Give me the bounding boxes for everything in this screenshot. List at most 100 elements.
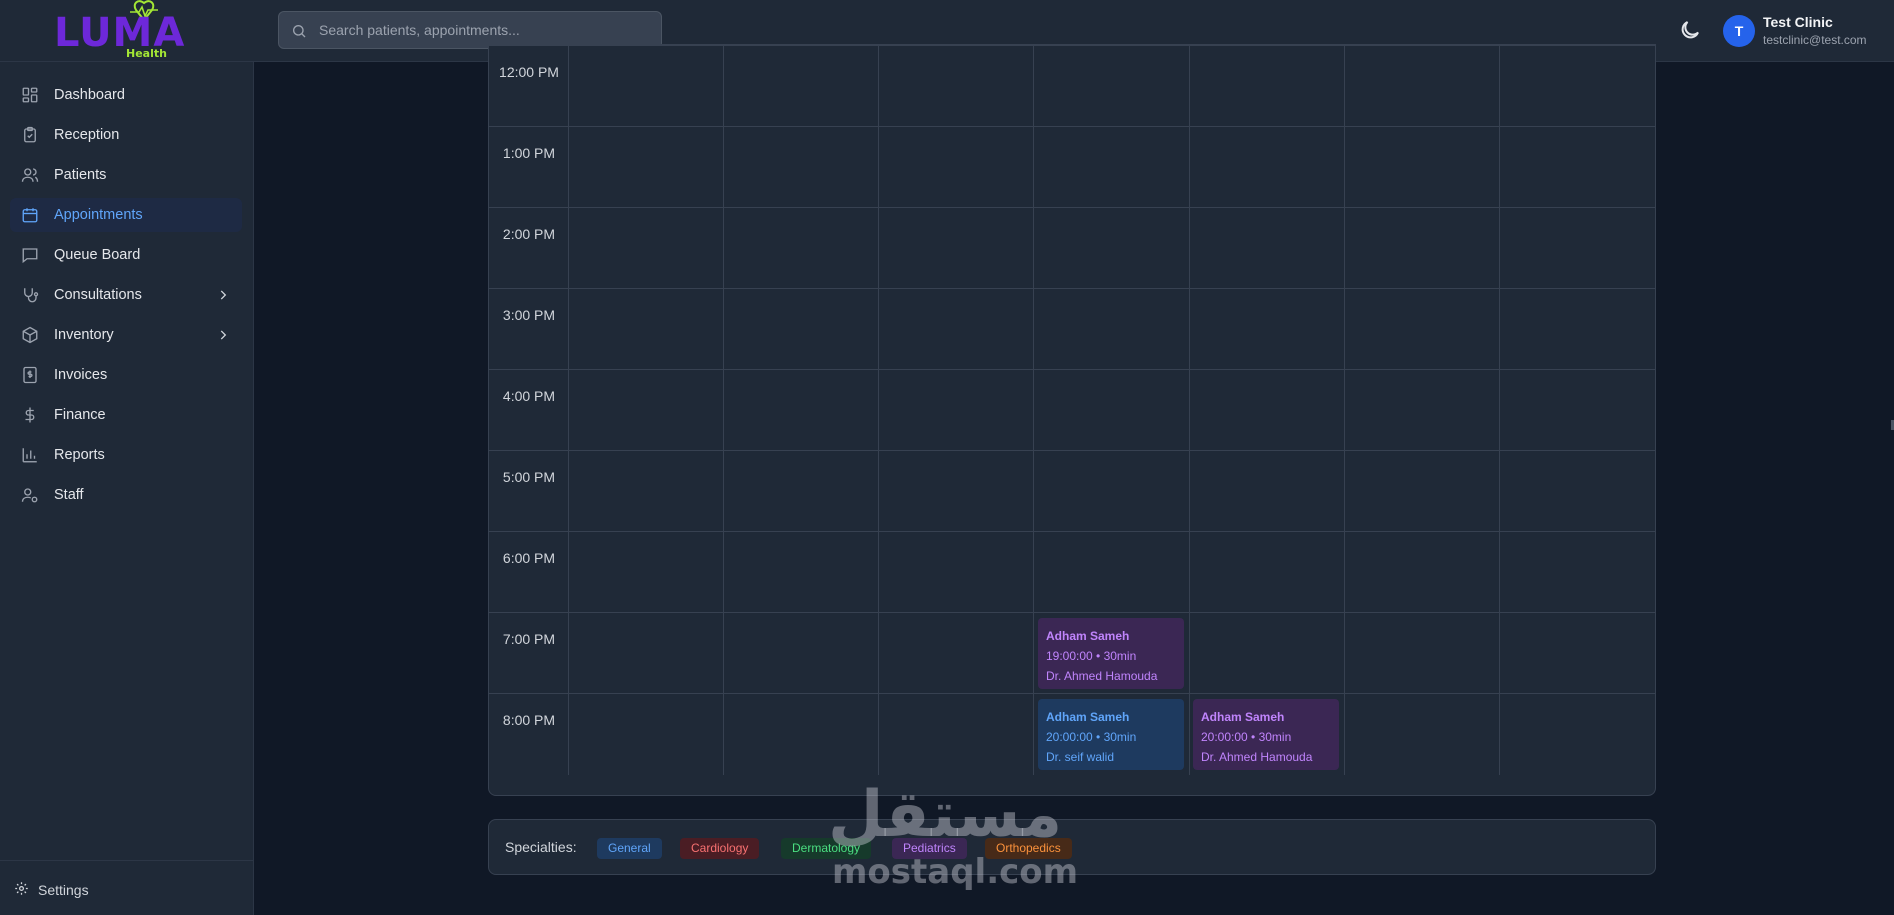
day-slot[interactable] (879, 208, 1034, 289)
day-slot[interactable] (1500, 208, 1655, 289)
sidebar-item-label: Appointments (54, 207, 143, 223)
day-slot[interactable] (1345, 208, 1500, 289)
day-slot[interactable] (1190, 127, 1345, 208)
day-slot[interactable]: Adham Sameh 20:00:00 • 30min Dr. seif wa… (1034, 694, 1190, 775)
sidebar-item-appointments[interactable]: Appointments (10, 198, 242, 232)
day-slot[interactable] (879, 451, 1034, 532)
day-slot[interactable] (879, 694, 1034, 775)
day-slot[interactable] (879, 370, 1034, 451)
day-slot[interactable] (724, 370, 879, 451)
message-square-icon (22, 248, 38, 264)
day-slot[interactable] (1034, 370, 1190, 451)
day-slot[interactable] (724, 208, 879, 289)
sidebar-item-inventory[interactable]: Inventory (10, 318, 242, 352)
day-slot[interactable] (569, 46, 724, 127)
day-slot[interactable] (879, 127, 1034, 208)
day-slot[interactable] (1345, 46, 1500, 127)
day-slot[interactable] (1034, 208, 1190, 289)
day-slot[interactable] (879, 289, 1034, 370)
day-slot[interactable] (1345, 451, 1500, 532)
day-slot[interactable] (1034, 127, 1190, 208)
day-slot[interactable] (879, 46, 1034, 127)
time-label: 8:00 PM (502, 712, 556, 728)
day-slot[interactable] (1345, 370, 1500, 451)
day-slot[interactable] (724, 532, 879, 613)
day-slot[interactable] (879, 532, 1034, 613)
day-slot[interactable] (1500, 46, 1655, 127)
day-slot[interactable] (1500, 694, 1655, 775)
stethoscope-icon (24, 288, 39, 303)
day-slot[interactable] (1190, 289, 1345, 370)
sidebar-item-finance[interactable]: Finance (10, 398, 242, 432)
moon-icon[interactable] (1678, 18, 1702, 42)
day-slot[interactable] (1190, 46, 1345, 127)
day-slot[interactable] (1034, 289, 1190, 370)
day-slot[interactable] (1500, 613, 1655, 694)
settings-link[interactable]: Settings (10, 874, 242, 904)
day-slot[interactable] (1190, 613, 1345, 694)
appointment-card[interactable]: Adham Sameh 20:00:00 • 30min Dr. Ahmed H… (1193, 699, 1339, 770)
sidebar-item-invoices[interactable]: Invoices (10, 358, 242, 392)
day-slot[interactable] (569, 289, 724, 370)
dollar-icon (25, 407, 35, 423)
day-slot[interactable] (569, 208, 724, 289)
day-slot[interactable] (879, 613, 1034, 694)
day-slot[interactable] (1345, 532, 1500, 613)
layout-grid-icon (22, 87, 38, 103)
appointment-patient: Adham Sameh (1201, 710, 1285, 724)
sidebar-item-staff[interactable]: Staff (10, 478, 242, 512)
appointment-card[interactable]: Adham Sameh 20:00:00 • 30min Dr. seif wa… (1038, 699, 1184, 770)
time-cell: 8:00 PM (489, 694, 569, 775)
search-input[interactable] (319, 12, 649, 48)
sidebar-item-consultations[interactable]: Consultations (10, 278, 242, 312)
chevron-right-icon[interactable] (216, 328, 230, 342)
day-slot[interactable] (724, 127, 879, 208)
day-slot[interactable] (724, 451, 879, 532)
day-slot[interactable] (1345, 694, 1500, 775)
day-slot[interactable] (1345, 289, 1500, 370)
time-row: 4:00 PM (489, 369, 1655, 451)
day-slot[interactable] (1500, 370, 1655, 451)
luma-logo[interactable]: LUMA Health (52, 0, 184, 60)
day-slot[interactable] (569, 451, 724, 532)
app-root: LUMA Health T Test Clinic testclinic@tes… (0, 0, 1894, 915)
day-slot[interactable] (1034, 46, 1190, 127)
day-slot[interactable]: Adham Sameh 20:00:00 • 30min Dr. Ahmed H… (1190, 694, 1345, 775)
day-slot[interactable] (724, 613, 879, 694)
day-slot[interactable] (724, 289, 879, 370)
day-slot[interactable] (1190, 532, 1345, 613)
chevron-right-icon[interactable] (216, 288, 230, 302)
day-slot[interactable] (569, 694, 724, 775)
day-slot[interactable] (1034, 451, 1190, 532)
day-slot[interactable] (1500, 532, 1655, 613)
day-slot[interactable] (724, 46, 879, 127)
time-label: 5:00 PM (502, 469, 556, 485)
day-slot[interactable] (1190, 370, 1345, 451)
day-slot[interactable] (1190, 451, 1345, 532)
day-slot[interactable] (1345, 127, 1500, 208)
sidebar-item-patients[interactable]: Patients (10, 158, 242, 192)
time-row: 7:00 PM Adham Sameh 19:00:00 • 30min Dr.… (489, 612, 1655, 694)
day-slot[interactable] (569, 127, 724, 208)
user-avatar[interactable]: T (1723, 15, 1755, 47)
day-slot[interactable]: Adham Sameh 19:00:00 • 30min Dr. Ahmed H… (1034, 613, 1190, 694)
day-slot[interactable] (1500, 289, 1655, 370)
brand-tagline: Health (126, 47, 167, 60)
day-slot[interactable] (724, 694, 879, 775)
appointment-patient: Adham Sameh (1046, 710, 1130, 724)
appointment-card[interactable]: Adham Sameh 19:00:00 • 30min Dr. Ahmed H… (1038, 618, 1184, 689)
sidebar-item-reception[interactable]: Reception (10, 118, 242, 152)
day-slot[interactable] (569, 370, 724, 451)
time-row: 8:00 PM Adham Sameh 20:00:00 • 30min Dr.… (489, 693, 1655, 775)
day-slot[interactable] (1190, 208, 1345, 289)
day-slot[interactable] (1034, 532, 1190, 613)
day-slot[interactable] (1500, 451, 1655, 532)
day-slot[interactable] (569, 613, 724, 694)
day-slot[interactable] (1345, 613, 1500, 694)
sidebar-item-queue-board[interactable]: Queue Board (10, 238, 242, 272)
day-slot[interactable] (569, 532, 724, 613)
appointment-patient: Adham Sameh (1046, 629, 1130, 643)
day-slot[interactable] (1500, 127, 1655, 208)
sidebar-item-dashboard[interactable]: Dashboard (10, 78, 242, 112)
sidebar-item-reports[interactable]: Reports (10, 438, 242, 472)
